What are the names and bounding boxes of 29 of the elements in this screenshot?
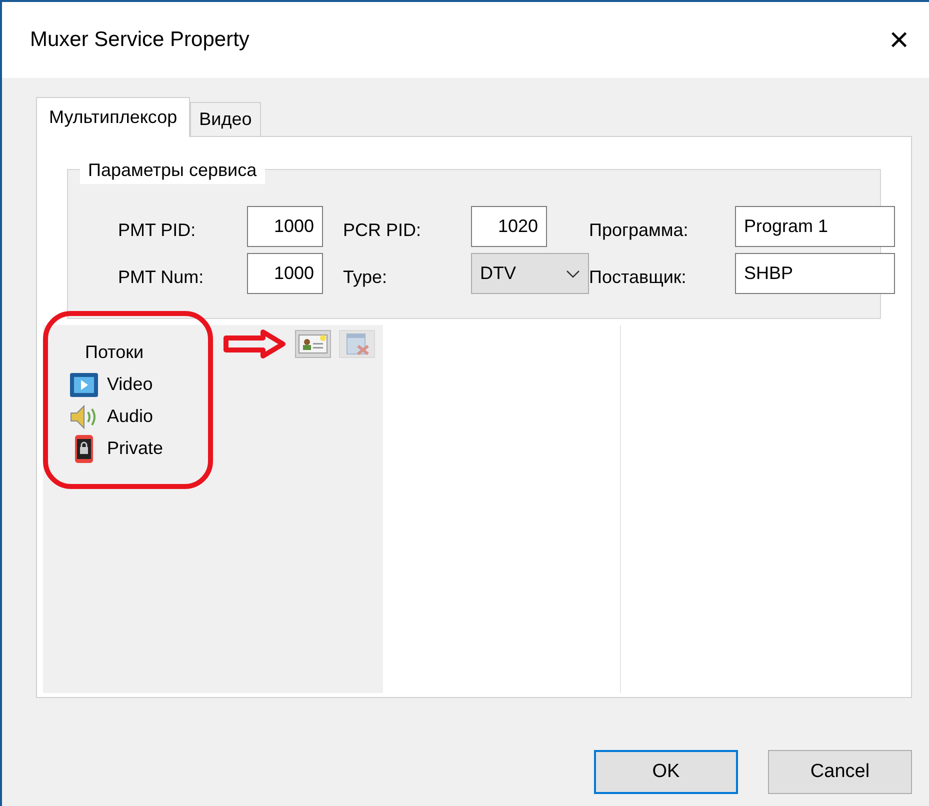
field-label: Type: [343,266,388,289]
close-button[interactable]: × [881,23,917,57]
input-field[interactable]: 1000 [247,206,323,247]
tree-item[interactable]: Video [69,370,383,399]
add-stream-button[interactable] [295,330,331,358]
input-field[interactable]: 1000 [247,253,323,294]
input-field[interactable]: SHBP [735,253,895,294]
field-label: Программа: [589,219,690,242]
window-delete-icon [344,332,370,356]
tab[interactable]: Мультиплексор [36,97,190,137]
tree-root[interactable]: Потоки [85,342,144,362]
type-dropdown[interactable]: DTV [471,253,589,294]
arrow-right-icon [223,329,287,359]
field-label: Поставщик: [589,266,688,289]
input-field[interactable]: 1020 [471,206,547,247]
field-label: PMT Num: [118,266,205,289]
film-play-icon [69,372,99,398]
tree-item[interactable]: Private [69,434,383,463]
dialog-button[interactable]: OK [594,750,738,794]
dialog-button[interactable]: Cancel [768,750,912,794]
field-label: PCR PID: [343,219,422,242]
tree-item[interactable]: Audio [69,402,383,431]
lock-device-icon [74,434,94,464]
window-title: Muxer Service Property [30,27,250,54]
tab[interactable]: Видео [190,102,261,136]
input-field[interactable]: Program 1 [735,206,895,247]
card-person-icon [298,333,328,355]
field-label: PMT PID: [118,219,197,242]
chevron-down-icon [566,270,580,278]
